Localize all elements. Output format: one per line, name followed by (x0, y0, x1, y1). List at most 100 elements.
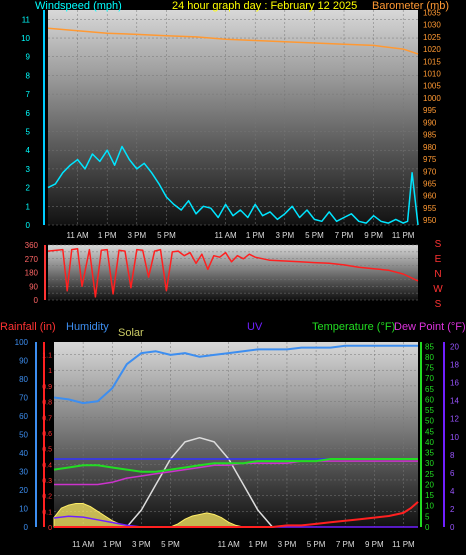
direction-tick: 180 (25, 269, 39, 278)
x-tick-label: 5 PM (307, 540, 326, 549)
barometer-tick: 1025 (423, 33, 441, 42)
x-tick-label: 3 PM (127, 231, 146, 240)
direction-letter: N (434, 269, 441, 280)
weather-panel (54, 342, 418, 527)
x-tick-label: 7 PM (336, 540, 355, 549)
barometer-tick: 995 (423, 106, 437, 115)
temperature-tick: 15 (425, 491, 434, 500)
uv-tick: 16 (450, 379, 459, 388)
temperature-tick: 50 (425, 417, 434, 426)
humidity-tick: 30 (19, 468, 28, 477)
rainfall-tick: 0.2 (42, 494, 52, 501)
dewpoint-axis-label: Dew Point (°F) (394, 321, 466, 333)
uv-tick: 10 (450, 433, 459, 442)
barometer-axis-label: Barometer (mb) (372, 0, 449, 12)
humidity-tick: 40 (19, 449, 28, 458)
temperature-tick: 30 (425, 459, 434, 468)
direction-tick: 270 (25, 255, 39, 264)
uv-axis-label: UV (247, 321, 263, 333)
barometer-tick: 985 (423, 131, 437, 140)
windspeed-tick: 5 (26, 128, 31, 137)
barometer-tick: 970 (423, 167, 437, 176)
temperature-tick: 35 (425, 449, 434, 458)
barometer-tick: 1005 (423, 82, 441, 91)
rainfall-tick: 0.4 (42, 462, 52, 469)
x-tick-label: 11 PM (392, 231, 415, 240)
barometer-tick: 1030 (423, 21, 441, 30)
barometer-tick: 975 (423, 155, 437, 164)
windspeed-tick: 1 (26, 202, 31, 211)
humidity-tick: 10 (19, 505, 28, 514)
x-tick-label: 5 PM (305, 231, 324, 240)
temperature-tick: 0 (425, 523, 430, 532)
x-tick-label: 7 PM (335, 231, 354, 240)
barometer-tick: 960 (423, 192, 437, 201)
uv-tick: 0 (450, 523, 455, 532)
x-tick-label: 5 PM (157, 231, 176, 240)
x-tick-label: 1 PM (103, 540, 122, 549)
temperature-tick: 85 (425, 342, 434, 351)
windspeed-tick: 3 (26, 165, 31, 174)
humidity-axis-label: Humidity (66, 321, 109, 333)
windspeed-tick: 11 (22, 15, 31, 24)
windspeed-tick: 10 (21, 34, 30, 43)
windspeed-tick: 4 (26, 146, 31, 155)
humidity-tick: 100 (15, 338, 29, 347)
uv-tick: 6 (450, 469, 455, 478)
windspeed-tick: 9 (26, 53, 31, 62)
rainfall-tick: 0.6 (42, 431, 52, 438)
temperature-tick: 40 (425, 438, 434, 447)
uv-tick: 4 (450, 487, 455, 496)
rainfall-tick: 0.7 (42, 415, 52, 422)
uv-tick: 14 (450, 397, 459, 406)
humidity-tick: 0 (24, 523, 29, 532)
windspeed-axis-label: Windspeed (mph) (35, 0, 122, 12)
x-tick-label: 1 PM (98, 231, 117, 240)
temperature-tick: 60 (425, 395, 434, 404)
uv-tick: 20 (450, 343, 459, 352)
uv-tick: 8 (450, 451, 455, 460)
chart-title: 24 hour graph day : February 12 2025 (172, 0, 357, 12)
barometer-tick: 1000 (423, 94, 441, 103)
direction-letter: S (435, 299, 442, 310)
windspeed-tick: 6 (26, 109, 31, 118)
x-tick-label: 11 AM (218, 540, 240, 549)
uv-tick: 18 (450, 361, 459, 370)
humidity-tick: 90 (19, 357, 28, 366)
direction-tick: 0 (34, 296, 39, 305)
temperature-tick: 65 (425, 385, 434, 394)
humidity-tick: 20 (19, 486, 28, 495)
weather-graph: 01234567891011 9509559609659709759809859… (0, 0, 466, 549)
wind-panel (48, 10, 418, 225)
rainfall-tick: 0.3 (42, 478, 52, 485)
temperature-tick: 75 (425, 364, 434, 373)
temperature-tick: 55 (425, 406, 434, 415)
barometer-tick: 965 (423, 179, 437, 188)
temperature-tick: 80 (425, 353, 434, 362)
temperature-axis-label: Temperature (°F) (312, 321, 395, 333)
rainfall-tick: 0.1 (42, 509, 52, 516)
barometer-tick: 1015 (423, 57, 441, 66)
barometer-tick: 990 (423, 118, 437, 127)
temperature-tick: 25 (425, 470, 434, 479)
x-tick-label: 1 PM (249, 540, 268, 549)
rainfall-tick: 1.1 (42, 353, 52, 360)
x-tick-label: 5 PM (161, 540, 180, 549)
x-tick-label: 11 AM (215, 231, 237, 240)
barometer-tick: 980 (423, 143, 437, 152)
x-tick-label: 3 PM (275, 231, 294, 240)
solar-axis-label: Solar (118, 327, 144, 339)
temperature-tick: 20 (425, 480, 434, 489)
humidity-tick: 70 (19, 394, 28, 403)
humidity-tick: 60 (19, 412, 28, 421)
rainfall-tick: 0.5 (42, 447, 52, 454)
windspeed-tick: 7 (26, 90, 31, 99)
x-tick-label: 11 AM (72, 540, 94, 549)
direction-letter: S (435, 239, 442, 250)
x-tick-label: 3 PM (132, 540, 151, 549)
x-tick-label: 3 PM (278, 540, 297, 549)
rainfall-tick: 0.9 (42, 384, 52, 391)
windspeed-tick: 2 (26, 184, 31, 193)
x-tick-label: 11 AM (67, 231, 89, 240)
humidity-tick: 50 (19, 431, 28, 440)
